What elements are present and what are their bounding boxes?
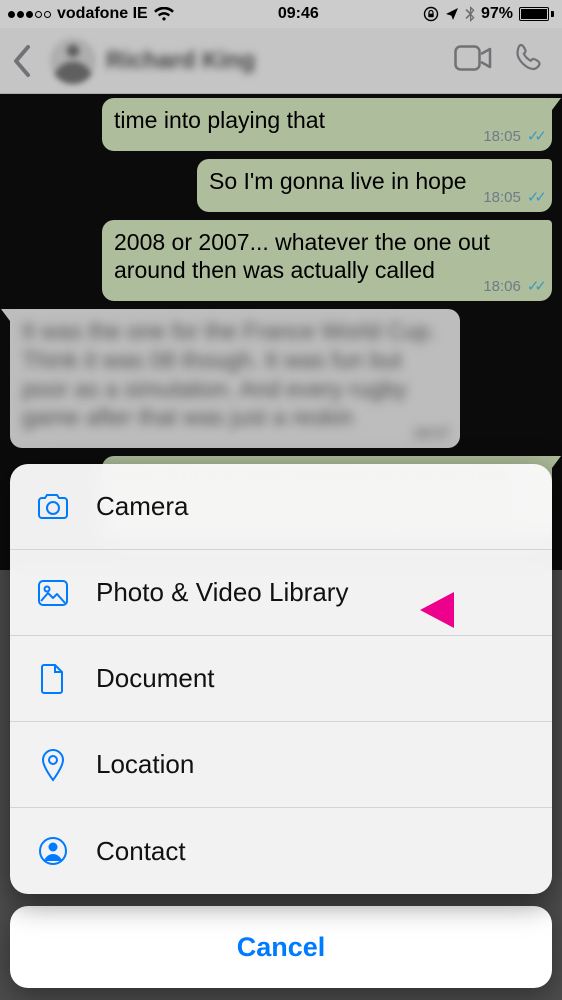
- avatar[interactable]: [50, 38, 96, 84]
- read-ticks-icon: ✓✓: [527, 278, 542, 297]
- photo-library-icon: [36, 576, 70, 610]
- cancel-label: Cancel: [237, 932, 326, 963]
- message-time: 18:05: [483, 128, 521, 147]
- cancel-button[interactable]: Cancel: [10, 906, 552, 988]
- sheet-item-label: Camera: [96, 491, 188, 522]
- sheet-item-location[interactable]: Location: [10, 722, 552, 808]
- location-pin-icon: [36, 748, 70, 782]
- message-text: It was the one for the France World Cup.…: [22, 318, 436, 430]
- message-out[interactable]: 2008 or 2007... whatever the one out aro…: [102, 220, 552, 302]
- message-out[interactable]: time into playing that 18:05 ✓✓: [102, 98, 552, 151]
- chat-header: Richard King: [0, 28, 562, 94]
- message-time: 18:05: [483, 189, 521, 208]
- location-arrow-icon: [445, 7, 459, 21]
- battery-icon: [519, 7, 554, 21]
- battery-pct: 97%: [481, 5, 513, 23]
- sheet-item-document[interactable]: Document: [10, 636, 552, 722]
- voice-call-button[interactable]: [514, 42, 546, 79]
- message-out[interactable]: So I'm gonna live in hope 18:05 ✓✓: [197, 159, 552, 212]
- whatsapp-chat-screen: vodafone IE 09:46 97% Ri: [0, 0, 562, 1000]
- sheet-item-camera[interactable]: Camera: [10, 464, 552, 550]
- attachment-action-sheet: Camera Photo & Video Library Document Lo…: [10, 464, 552, 894]
- signal-strength-icon: [8, 11, 51, 18]
- read-ticks-icon: ✓✓: [527, 189, 542, 208]
- contact-icon: [36, 834, 70, 868]
- sheet-item-label: Photo & Video Library: [96, 577, 348, 608]
- status-right: 97%: [423, 5, 554, 23]
- attachment-action-sheet-container: Camera Photo & Video Library Document Lo…: [0, 454, 562, 1000]
- document-icon: [36, 662, 70, 696]
- sheet-item-label: Location: [96, 749, 194, 780]
- carrier-label: vodafone IE: [57, 5, 148, 23]
- message-time: 18:07: [412, 425, 450, 444]
- wifi-icon: [154, 7, 174, 22]
- video-call-button[interactable]: [454, 45, 492, 76]
- ios-status-bar: vodafone IE 09:46 97%: [0, 0, 562, 28]
- sheet-item-label: Contact: [96, 836, 186, 867]
- camera-icon: [36, 490, 70, 524]
- message-text: 2008 or 2007... whatever the one out aro…: [114, 229, 490, 284]
- sheet-item-label: Document: [96, 663, 215, 694]
- status-left: vodafone IE: [8, 5, 174, 23]
- sheet-item-photo-library[interactable]: Photo & Video Library: [10, 550, 552, 636]
- message-text: So I'm gonna live in hope: [209, 168, 467, 194]
- sheet-item-contact[interactable]: Contact: [10, 808, 552, 894]
- contact-name[interactable]: Richard King: [106, 47, 444, 75]
- clock: 09:46: [278, 5, 319, 23]
- bluetooth-icon: [465, 6, 475, 22]
- message-time: 18:06: [483, 278, 521, 297]
- orientation-lock-icon: [423, 6, 439, 22]
- read-ticks-icon: ✓✓: [527, 128, 542, 147]
- message-in[interactable]: It was the one for the France World Cup.…: [10, 309, 460, 448]
- back-button[interactable]: [4, 44, 40, 78]
- message-text: time into playing that: [114, 107, 325, 133]
